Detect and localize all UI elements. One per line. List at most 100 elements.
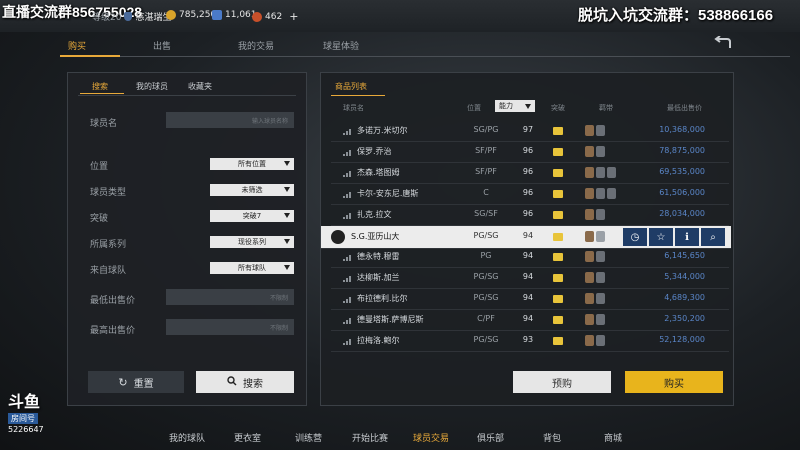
tab-my-trades[interactable]: 我的交易 [238,39,274,52]
table-row-selected[interactable]: S.G.亚历山大 PG/SG 94 ◷ ☆ ℹ ⌕ [321,226,731,249]
player-name: 多诺万.米切尔 [357,126,408,135]
table-row[interactable]: 布拉德利.比尔 PG/SG 94 4,689,300 [331,289,729,310]
header-player-name: 球员名 [343,104,364,112]
tab-star-trial[interactable]: 球星体验 [323,39,359,52]
breakthrough-icon [553,316,563,324]
breakthrough-icon [553,148,563,156]
info-icon[interactable]: ℹ [675,228,699,246]
search-icon [227,375,237,389]
signal-bars-icon [343,275,351,282]
market-nav: 购买 出售 我的交易 球星体验 [0,36,800,56]
player-info: 等级20 慈湛瑞生 [92,10,171,23]
position-label: 位置 [90,162,109,172]
filter-tab-favorites[interactable]: 收藏夹 [188,81,212,92]
signal-bars-icon [343,254,351,261]
header-position: 位置 [467,104,481,112]
min-price-input[interactable]: 不限制 [166,289,294,305]
reset-button[interactable]: ↻ 重置 [88,371,184,393]
table-row[interactable]: 拉梅洛.鲍尔 PG/SG 93 52,128,000 [331,331,729,352]
table-row[interactable]: 德永特.穆雷 PG 94 6,145,650 [331,247,729,268]
team-label: 来自球队 [90,266,127,276]
player-card-icon [331,230,345,244]
player-position: C/PF [477,314,495,323]
table-row[interactable]: 杰森.塔图姆 SF/PF 96 69,535,000 [331,163,729,184]
add-currency-button[interactable]: + [289,10,298,23]
bond-badge-icon [596,188,605,199]
reset-button-label: 重置 [133,378,154,390]
table-row[interactable]: 卡尔-安东尼.唐斯 C 96 61,506,000 [331,184,729,205]
player-position: PG/SG [473,293,499,302]
bond-badge-icon [607,167,616,178]
nav-divider [60,56,790,57]
bond-badge-icon [585,188,594,199]
signal-bars-icon [343,317,351,324]
ability-sort-select[interactable]: 能力 [495,100,535,112]
team-select[interactable]: 所有球队 [210,262,294,274]
player-name-input[interactable]: 输入球员名称 [166,112,294,128]
table-row[interactable]: 德曼塔斯.萨博尼斯 C/PF 94 2,350,200 [331,310,729,331]
min-price: 4,689,300 [664,293,705,302]
player-position: SF/PF [475,146,497,155]
table-row[interactable]: 扎克.拉文 SG/SF 96 28,034,000 [331,205,729,226]
bottom-nav-training[interactable]: 训练营 [295,431,322,444]
player-name: 拉梅洛.鲍尔 [357,336,400,345]
bond-badge-icon [585,251,594,262]
tab-buy[interactable]: 购买 [68,39,86,52]
breakthrough-icon [553,337,563,345]
bottom-nav-locker-room[interactable]: 更衣室 [234,431,261,444]
player-type-select[interactable]: 未筛选 [210,184,294,196]
bond-badge-icon [596,293,605,304]
bond-badge-icon [585,167,594,178]
bottom-nav-start-game[interactable]: 开始比赛 [352,431,388,444]
min-price: 69,535,000 [659,167,705,176]
max-price-input[interactable]: 不限制 [166,319,294,335]
min-price: 78,875,000 [659,146,705,155]
player-ovr: 93 [522,335,534,344]
signal-bars-icon [343,191,351,198]
player-position: PG/SG [473,335,499,344]
gold-coin-icon [166,10,176,20]
filter-tab-divider [78,95,296,96]
search-button[interactable]: 搜索 [196,371,294,393]
breakthrough-icon [553,190,563,198]
player-name: S.G.亚历山大 [351,232,400,241]
breakthrough-select[interactable]: 突破7 [210,210,294,222]
table-row[interactable]: 达柳斯.加兰 PG/SG 94 5,344,000 [331,268,729,289]
presale-button[interactable]: 预购 [513,371,611,393]
series-select[interactable]: 现役系列 [210,236,294,248]
back-icon[interactable] [712,35,734,50]
table-row[interactable]: 保罗.乔治 SF/PF 96 78,875,000 [331,142,729,163]
bottom-nav-store[interactable]: 商城 [604,431,622,444]
bottom-nav-club[interactable]: 俱乐部 [477,431,504,444]
tab-sell[interactable]: 出售 [153,39,171,52]
buy-button[interactable]: 购买 [625,371,723,393]
player-position: SF/PF [475,167,497,176]
player-name: 保罗.乔治 [357,147,392,156]
bond-badge-icon [585,335,594,346]
room-number: 5226647 [8,425,44,434]
breakthrough-select-value: 突破7 [242,212,262,220]
table-row[interactable]: 多诺万.米切尔 SG/PG 97 10,368,000 [331,121,729,142]
clock-icon[interactable]: ◷ [623,228,647,246]
bond-badges [585,335,605,346]
bottom-nav-my-team[interactable]: 我的球队 [169,431,205,444]
min-price: 52,128,000 [659,335,705,344]
bond-badges [585,125,605,136]
favorite-star-icon[interactable]: ☆ [649,228,673,246]
header-breakthrough: 突破 [551,104,565,112]
position-select[interactable]: 所有位置 [210,158,294,170]
douyu-logo: 斗鱼 房间号 5226647 [8,388,60,438]
player-ovr: 94 [522,314,534,323]
bottom-nav-backpack[interactable]: 背包 [543,431,561,444]
magnifier-icon[interactable]: ⌕ [701,228,725,246]
bottom-nav-player-trade[interactable]: 球员交易 [413,431,449,444]
player-ovr: 96 [522,167,534,176]
series-select-value: 现役系列 [238,238,266,246]
gem-icon [212,10,222,20]
filter-tab-my-players[interactable]: 我的球员 [136,81,168,92]
player-ovr: 96 [522,188,534,197]
filter-tab-search[interactable]: 搜索 [92,81,108,92]
stream-group-text-right: 脱坑入坑交流群：538866166 [578,7,774,24]
douyu-brand: 斗鱼 [8,394,41,411]
position-select-value: 所有位置 [238,160,266,168]
